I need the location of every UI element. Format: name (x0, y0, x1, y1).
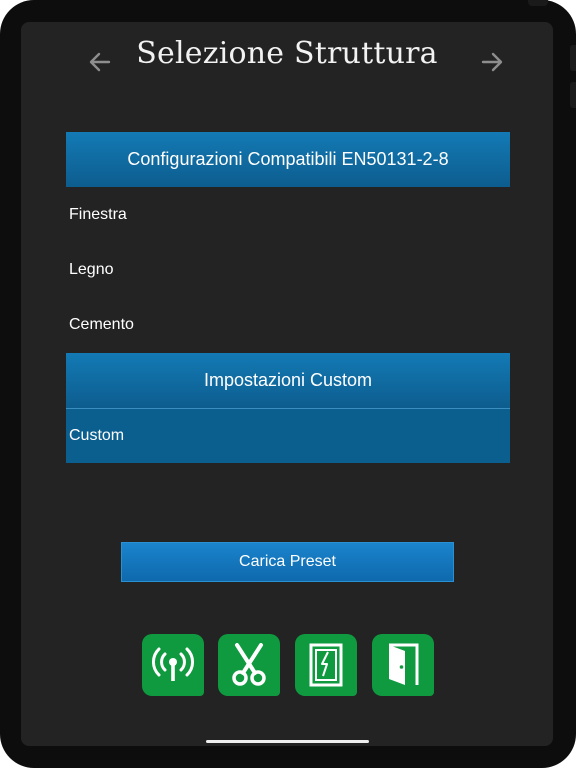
list-item-cemento[interactable]: Cemento (66, 297, 510, 352)
window-icon (309, 643, 343, 687)
list-item-legno[interactable]: Legno (66, 242, 510, 297)
volume-up-button (570, 45, 576, 71)
top-hardware-button (528, 0, 548, 6)
door-icon (389, 643, 419, 685)
page-title: Selezione Struttura (136, 36, 438, 71)
home-indicator[interactable] (206, 740, 369, 743)
wireless-signal-button[interactable] (142, 634, 204, 696)
tablet-frame: Selezione Struttura Configurazioni Compa… (0, 0, 576, 768)
app-screen: Selezione Struttura Configurazioni Compa… (21, 22, 553, 746)
list-item-custom[interactable]: Custom (66, 408, 510, 463)
door-button[interactable] (372, 634, 434, 696)
scissors-button[interactable] (218, 634, 280, 696)
list-item-finestra[interactable]: Finestra (66, 187, 510, 242)
window-button[interactable] (295, 634, 357, 696)
load-preset-button[interactable]: Carica Preset (121, 542, 454, 582)
compatible-configurations-header: Configurazioni Compatibili EN50131-2-8 (66, 132, 510, 187)
custom-settings-header: Impostazioni Custom (66, 353, 510, 408)
scissors-icon (232, 643, 266, 686)
volume-down-button (570, 82, 576, 108)
arrow-right-icon[interactable] (480, 50, 504, 74)
wireless-signal-icon (152, 647, 194, 681)
